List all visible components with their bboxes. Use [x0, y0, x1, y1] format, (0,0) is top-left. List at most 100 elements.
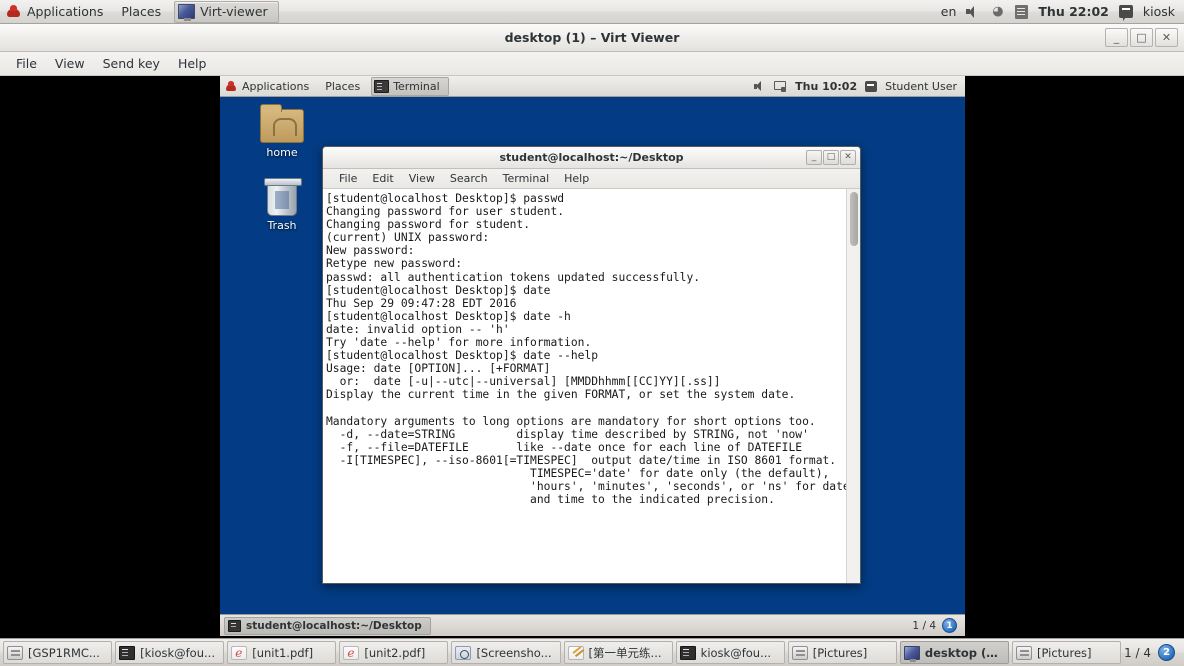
terminal-title: student@localhost:~/Desktop [499, 151, 684, 164]
folder-home-icon [260, 104, 304, 143]
minimize-button[interactable]: _ [806, 150, 822, 165]
vm-applications-label: Applications [242, 79, 310, 93]
taskbar-item-label: [GSP1RMC... [28, 645, 100, 660]
generic-window-icon [7, 645, 23, 660]
virt-viewer-icon [903, 645, 920, 662]
terminal-scrollbar-thumb[interactable] [850, 192, 858, 246]
maximize-button[interactable]: □ [823, 150, 839, 165]
taskbar-item-active[interactable]: desktop (1)... [899, 641, 1009, 664]
taskbar-item-label: [Pictures] [1036, 645, 1092, 660]
host-places-menu[interactable]: Places [112, 0, 170, 24]
taskbar-item[interactable]: [第一单元练... [563, 641, 673, 664]
host-workspace-switcher[interactable]: 1 / 4 2 [1124, 644, 1181, 661]
desktop-icon-label: Trash [267, 219, 297, 232]
close-button[interactable]: ✕ [1155, 28, 1178, 47]
desktop-icon-trash[interactable]: Trash [246, 178, 318, 232]
user-icon [1118, 5, 1133, 21]
host-clock[interactable]: Thu 22:02 [1038, 4, 1108, 19]
taskbar-item[interactable]: [Pictures] [787, 641, 897, 664]
terminal-output[interactable]: [student@localhost Desktop]$ passwd Chan… [323, 189, 846, 583]
vm-workspace-label: 1 / 4 [912, 619, 936, 632]
maximize-button[interactable]: □ [1130, 28, 1153, 47]
taskbar-item-label: kiosk@fou... [700, 645, 772, 660]
user-icon [865, 80, 878, 92]
vm-window-button-label: Terminal [393, 79, 440, 93]
vm-tray: Thu 10:02 Student User [754, 80, 965, 93]
terminal-menu-edit[interactable]: Edit [365, 171, 400, 186]
terminal-icon [228, 619, 241, 632]
keyboard-layout-indicator[interactable]: en [941, 4, 957, 19]
terminal-menu-search[interactable]: Search [443, 171, 495, 186]
vm-places-menu[interactable]: Places [317, 76, 368, 97]
menu-send-key[interactable]: Send key [95, 54, 168, 73]
redhat-logo-icon [6, 4, 21, 19]
terminal-menu-file[interactable]: File [332, 171, 364, 186]
terminal-menu-help[interactable]: Help [557, 171, 596, 186]
document-icon[interactable] [1015, 4, 1029, 19]
desktop-icon-label: home [266, 146, 298, 159]
desktop-icon-home[interactable]: home [246, 104, 318, 159]
taskbar-item[interactable]: [GSP1RMC... [3, 641, 113, 664]
speaker-icon[interactable] [754, 80, 766, 92]
terminal-menu-terminal[interactable]: Terminal [496, 171, 557, 186]
terminal-icon [374, 79, 390, 93]
taskbar-item[interactable]: [Screensho... [451, 641, 561, 664]
screen-root: Applications Places Virt-viewer en ◕ Thu… [0, 0, 1184, 666]
taskbar-item[interactable]: [unit2.pdf] [339, 641, 449, 664]
taskbar-item-label: [unit1.pdf] [252, 645, 314, 660]
pdf-icon [231, 645, 248, 660]
host-workspace-badge[interactable]: 2 [1158, 644, 1176, 661]
network-icon[interactable] [774, 80, 787, 92]
trash-icon [264, 178, 302, 216]
taskbar-item[interactable]: [Pictures] [1011, 641, 1122, 664]
taskbar-item-label: [Screensho... [476, 645, 552, 660]
taskbar-item[interactable]: [unit1.pdf] [227, 641, 337, 664]
generic-window-icon [791, 645, 808, 660]
terminal-scrollbar[interactable] [846, 189, 860, 583]
vm-workspace-badge[interactable]: 1 [942, 618, 957, 633]
terminal-body[interactable]: [student@localhost Desktop]$ passwd Chan… [323, 189, 860, 583]
redhat-logo-icon [225, 80, 237, 92]
menu-file[interactable]: File [8, 54, 45, 73]
vm-taskbar-window-terminal[interactable]: student@localhost:~/Desktop [224, 616, 431, 635]
terminal-menu-view[interactable]: View [402, 171, 442, 186]
generic-window-icon [1015, 645, 1032, 660]
vm-taskbar-window-label: student@localhost:~/Desktop [246, 619, 422, 632]
minimize-button[interactable]: _ [1105, 28, 1128, 47]
terminal-window-controls: _ □ ✕ [806, 150, 856, 165]
virt-viewer-title: desktop (1) – Virt Viewer [504, 30, 680, 45]
taskbar-item[interactable]: [kiosk@fou... [115, 641, 225, 664]
host-user-label[interactable]: kiosk [1143, 4, 1175, 19]
speaker-muted-icon[interactable] [966, 5, 980, 18]
host-window-button-virt-viewer[interactable]: Virt-viewer [174, 0, 279, 23]
vm-applications-menu[interactable]: Applications [220, 76, 317, 97]
virt-viewer-titlebar[interactable]: desktop (1) – Virt Viewer _ □ ✕ [0, 24, 1184, 52]
terminal-menubar: File Edit View Search Terminal Help [323, 169, 860, 189]
terminal-icon [679, 645, 696, 660]
vm-top-panel: Applications Places Terminal Thu 10:02 S… [220, 76, 965, 97]
taskbar-item-label: desktop (1)... [924, 645, 1001, 660]
vm-window-button-terminal[interactable]: Terminal [371, 76, 449, 96]
taskbar-item-label: [Pictures] [812, 645, 868, 660]
virt-viewer-canvas: Applications Places Terminal Thu 10:02 S… [0, 76, 1184, 636]
host-applications-label: Applications [27, 3, 104, 19]
taskbar-item-label: [kiosk@fou... [140, 645, 215, 660]
vm-workspace-switcher[interactable]: 1 / 4 1 [912, 618, 961, 633]
terminal-icon [119, 645, 136, 660]
virt-viewer-window: desktop (1) – Virt Viewer _ □ ✕ File Vie… [0, 24, 1184, 638]
virt-viewer-icon [178, 4, 196, 21]
menu-view[interactable]: View [47, 54, 93, 73]
terminal-window[interactable]: student@localhost:~/Desktop _ □ ✕ File E… [322, 146, 861, 584]
host-workspace-label: 1 / 4 [1124, 645, 1152, 660]
taskbar-item[interactable]: kiosk@fou... [675, 641, 785, 664]
wifi-icon[interactable]: ◕ [990, 5, 1005, 18]
close-button[interactable]: ✕ [840, 150, 856, 165]
host-tray: en ◕ Thu 22:02 kiosk [941, 4, 1184, 21]
vm-user-label[interactable]: Student User [885, 80, 957, 93]
host-top-panel: Applications Places Virt-viewer en ◕ Thu… [0, 0, 1184, 24]
host-applications-menu[interactable]: Applications [0, 0, 112, 24]
terminal-titlebar[interactable]: student@localhost:~/Desktop _ □ ✕ [323, 147, 860, 169]
vm-desktop[interactable]: Applications Places Terminal Thu 10:02 S… [220, 76, 965, 636]
menu-help[interactable]: Help [170, 54, 215, 73]
vm-clock[interactable]: Thu 10:02 [795, 80, 857, 93]
